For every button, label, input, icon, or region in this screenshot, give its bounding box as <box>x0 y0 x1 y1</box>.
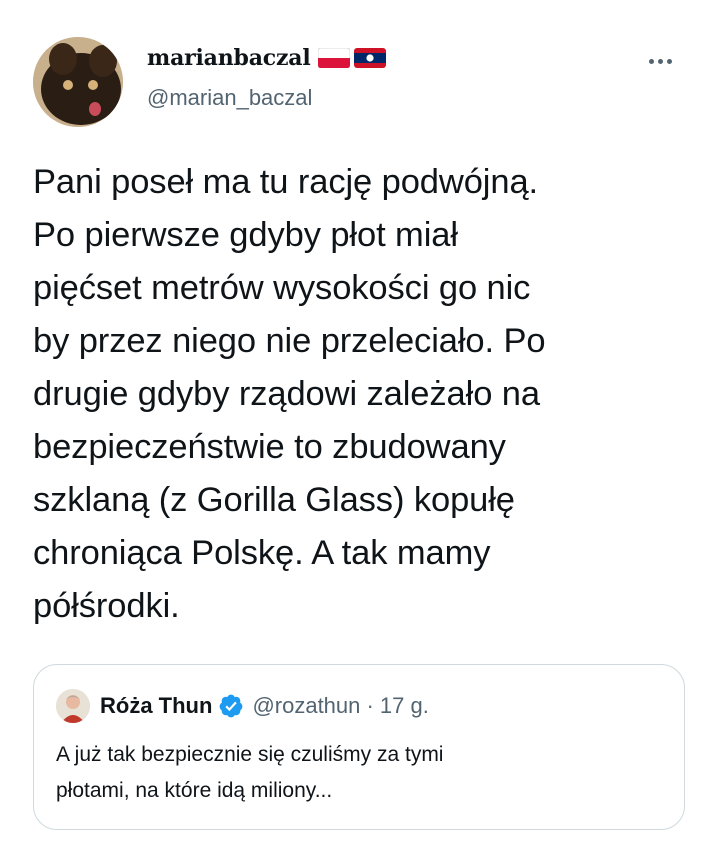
laos-flag-icon <box>354 48 387 68</box>
author-display-name[interactable]: marianbaczal <box>147 45 311 71</box>
quoted-author-name: Róża Thun <box>100 693 213 718</box>
author-handle[interactable]: @marian_baczal <box>147 85 386 111</box>
quoted-tweet-text: A już tak bezpiecznie się czuliśmy za ty… <box>56 743 444 802</box>
display-name-row: marianbaczal <box>147 41 387 75</box>
quoted-author-avatar <box>56 689 90 723</box>
quoted-tweet[interactable]: Róża Thun @rozathun · 17 g. A już tak be… <box>33 664 685 830</box>
verified-badge-icon <box>220 694 243 718</box>
dot-icon <box>648 58 654 64</box>
quoted-tweet-header: Róża Thun @rozathun · 17 g. <box>56 689 429 723</box>
poland-flag-icon <box>318 48 351 68</box>
author-names: marianbaczal @marian_baczal <box>147 41 387 111</box>
tweet-text: Pani poseł ma tu rację podwójną. Po pier… <box>33 163 546 625</box>
dot-icon <box>666 58 672 64</box>
quoted-handle-and-time: @rozathun · 17 g. <box>252 693 429 718</box>
dot-icon <box>657 58 663 64</box>
more-options-icon[interactable] <box>647 51 673 71</box>
author-avatar[interactable] <box>33 37 123 127</box>
tweet-header: marianbaczal @marian_baczal <box>33 37 673 127</box>
